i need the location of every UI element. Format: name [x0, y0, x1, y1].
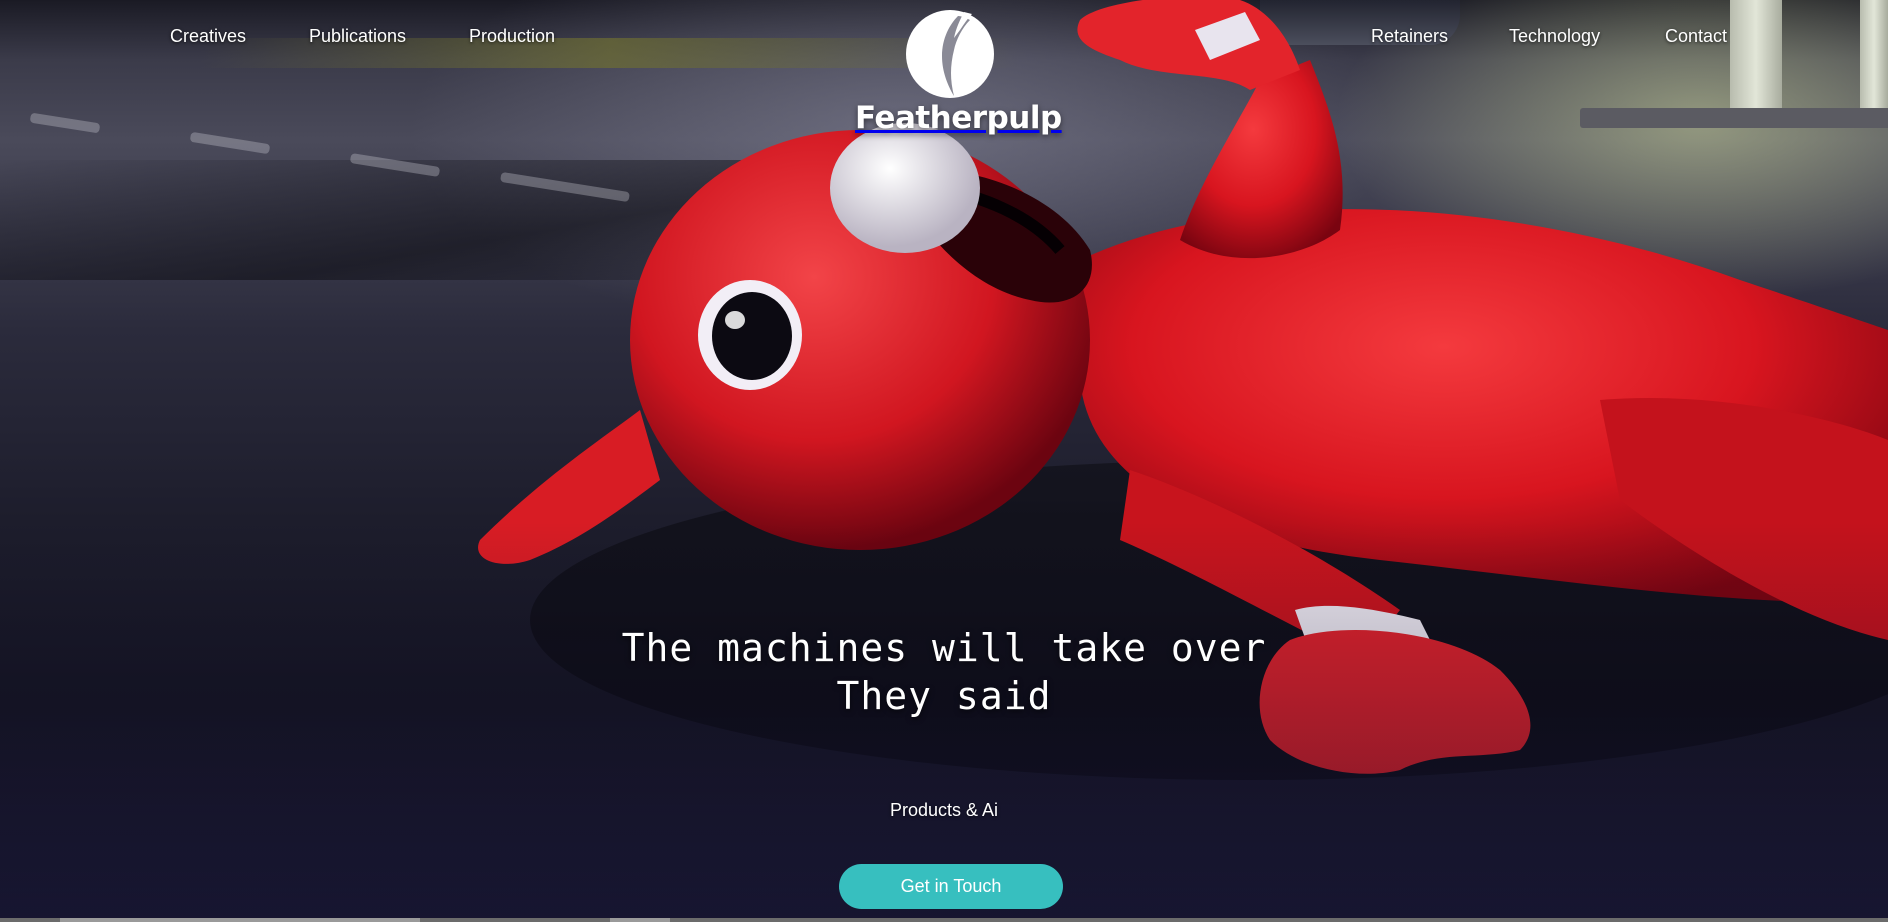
hero-headline-line-2: They said — [836, 674, 1052, 718]
bottom-shade — [0, 522, 1888, 922]
hero-headline-line-1: The machines will take over — [621, 626, 1267, 670]
bottom-scroll-bar — [0, 918, 1888, 922]
nav-link-publications[interactable]: Publications — [309, 26, 406, 47]
scroll-segment — [60, 918, 420, 922]
get-in-touch-button[interactable]: Get in Touch — [839, 864, 1063, 909]
nav-link-creatives[interactable]: Creatives — [170, 26, 246, 47]
hero-tagline: Products & Ai — [889, 800, 999, 820]
feather-logo-icon — [906, 10, 994, 98]
brand-logo[interactable]: Featherpulp — [855, 10, 1062, 150]
scroll-segment — [610, 918, 670, 922]
hero-section: Creatives Publications Production Retain… — [0, 0, 1888, 922]
nav-link-technology[interactable]: Technology — [1509, 26, 1600, 47]
brand-name: Featherpulp — [855, 100, 1062, 136]
nav-link-retainers[interactable]: Retainers — [1371, 26, 1448, 47]
nav-link-contact[interactable]: Contact — [1665, 26, 1727, 47]
nav-link-production[interactable]: Production — [469, 26, 555, 47]
hero-headline: The machines will take over They said — [544, 624, 1344, 720]
